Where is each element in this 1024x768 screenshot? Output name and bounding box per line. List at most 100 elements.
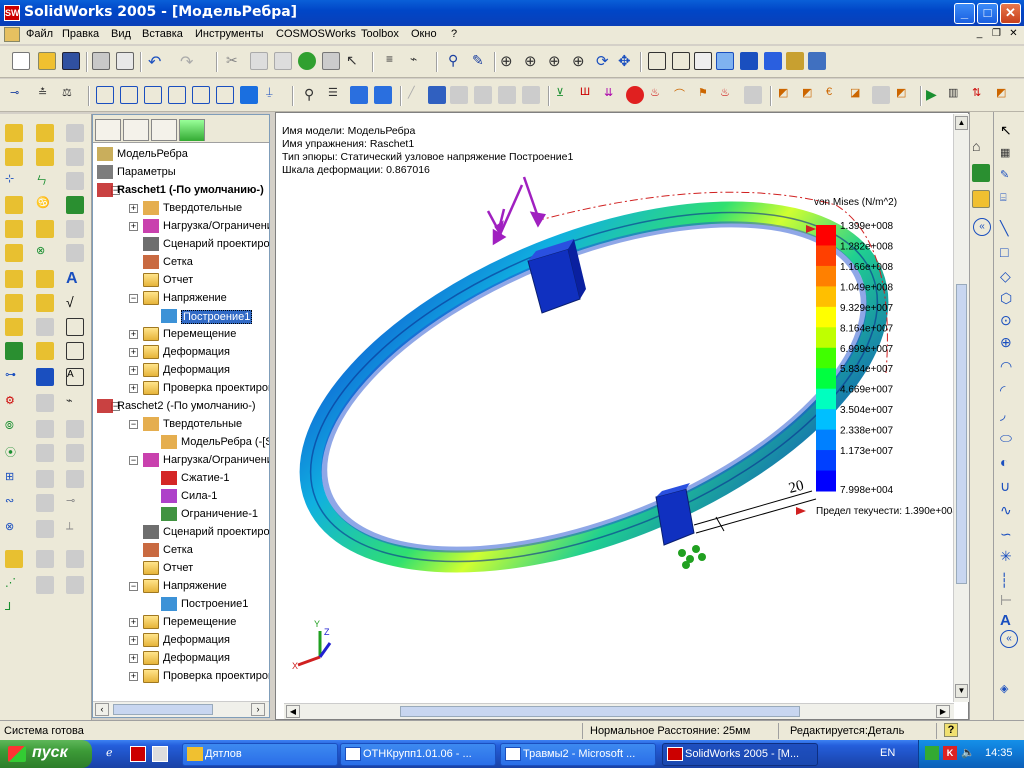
dashed-line-icon[interactable]: ⋰ <box>5 576 23 594</box>
result-displacement-icon[interactable]: ◩ <box>802 86 820 104</box>
scroll-up-arrow-icon[interactable]: ▲ <box>955 116 968 130</box>
tree-scroll-thumb[interactable] <box>113 704 213 715</box>
sketch-pencil-icon[interactable]: ✎ <box>1000 168 1018 186</box>
temperature-icon[interactable]: ♨ <box>720 86 738 104</box>
parallelogram-icon[interactable]: ◇ <box>1000 268 1018 286</box>
fixture-toolbar-icon[interactable]: ⊻ <box>556 86 574 104</box>
expand-icon[interactable]: + <box>129 222 138 231</box>
run-icon[interactable]: ▶ <box>926 86 944 104</box>
tree-item[interactable]: Построение1 <box>93 595 269 613</box>
hybrid-icon[interactable]: ⊗ <box>5 520 23 538</box>
status-help-icon[interactable]: ? <box>944 723 958 737</box>
curve-icon[interactable] <box>5 318 23 336</box>
tree-horizontal-scrollbar[interactable]: ‹ › <box>93 701 269 717</box>
table-annotation-icon[interactable]: A <box>66 368 84 386</box>
zoom-in-out-icon[interactable]: ⊕ <box>548 52 566 70</box>
thermal-icon[interactable] <box>744 86 762 104</box>
explode-icon[interactable] <box>36 576 54 594</box>
perimeter-circle-icon[interactable]: ⊕ <box>1000 334 1018 352</box>
probe-icon[interactable]: ⇅ <box>972 86 990 104</box>
fillet-icon[interactable]: ⊹ <box>5 172 23 190</box>
point-sketch-icon[interactable]: ✳ <box>1000 548 1018 566</box>
graphics-horizontal-scrollbar[interactable]: ◀ ▶ <box>284 703 954 719</box>
tree-item[interactable]: Параметры <box>93 163 269 181</box>
expand-icon[interactable]: + <box>129 618 138 627</box>
area-hatch-icon[interactable] <box>66 470 84 488</box>
sketch-icon[interactable]: ✎ <box>472 52 490 70</box>
menu-cosmosworks[interactable]: COSMOSWorks <box>276 28 356 40</box>
tree-item[interactable]: Построение1 <box>93 307 269 325</box>
sweep-icon[interactable] <box>66 124 84 142</box>
tab-cosmos-manager[interactable] <box>179 119 205 141</box>
document-menu-icon[interactable] <box>4 27 20 42</box>
result-deformation-icon[interactable]: ◪ <box>850 86 868 104</box>
menu-insert[interactable]: Вставка <box>142 28 183 40</box>
partial-ellipse-icon[interactable]: ◐ <box>1000 454 1018 472</box>
smart-fastener-icon[interactable] <box>36 550 54 568</box>
copy-icon[interactable] <box>250 52 268 70</box>
expand-icon[interactable]: + <box>129 384 138 393</box>
component-icon[interactable] <box>36 394 54 412</box>
scroll-down-arrow-icon[interactable]: ▼ <box>955 684 968 698</box>
search-icon[interactable]: ⚲ <box>304 86 322 104</box>
tree-item[interactable]: Отчет <box>93 559 269 577</box>
macro-icon[interactable]: ≡ <box>386 52 404 70</box>
tree-item[interactable]: Сжатие-1 <box>93 469 269 487</box>
circular-pattern-icon[interactable] <box>66 244 84 262</box>
expand-icon[interactable]: + <box>129 348 138 357</box>
mdi-minimize-button[interactable]: _ <box>972 28 987 41</box>
save-icon[interactable] <box>62 52 80 70</box>
surface-finish-icon[interactable]: ⌁ <box>66 394 84 412</box>
hole-callout-icon[interactable] <box>36 444 54 462</box>
loads-disabled-icon[interactable] <box>522 86 540 104</box>
undo-icon[interactable]: ↶ <box>148 52 166 71</box>
language-indicator[interactable]: EN <box>880 747 895 759</box>
dome-icon[interactable] <box>5 220 23 238</box>
taskbar-button-folder[interactable]: Дятлов <box>182 743 338 766</box>
centerline-icon[interactable]: ┆ <box>1000 572 1018 590</box>
centrifugal-icon[interactable]: ♨ <box>650 86 668 104</box>
library-icon[interactable] <box>972 164 990 182</box>
solidworks-app-icon[interactable]: SW <box>4 5 20 21</box>
vertical-scroll-thumb[interactable] <box>956 284 967 584</box>
smart-component-icon[interactable]: ∾ <box>5 494 23 512</box>
gravity-icon[interactable] <box>626 86 644 104</box>
ie-quicklaunch-icon[interactable]: ℯ <box>106 746 122 762</box>
contact-icon[interactable] <box>498 86 516 104</box>
extrude-icon[interactable] <box>5 124 23 142</box>
menu-tools[interactable]: Инструменты <box>195 28 264 40</box>
tree-item[interactable]: + Деформация <box>93 343 269 361</box>
balance-icon[interactable]: ⚖ <box>62 86 80 104</box>
remote-load-icon[interactable]: ⚑ <box>698 86 716 104</box>
expand-icon[interactable]: + <box>129 672 138 681</box>
snap-icon[interactable]: ⌁ <box>410 52 428 70</box>
design-check-icon[interactable]: ◩ <box>896 86 914 104</box>
desktop-quicklaunch-icon[interactable] <box>152 746 168 762</box>
tree-item[interactable]: + Перемещение <box>93 325 269 343</box>
pressure-toolbar-icon[interactable]: Ш <box>580 86 598 104</box>
delete-face-icon[interactable] <box>36 342 54 360</box>
linear-pattern-icon[interactable]: ⊗ <box>36 244 54 262</box>
three-point-arc-icon[interactable]: ◞ <box>1000 406 1018 424</box>
tree-item[interactable]: − Нагрузка/Ограничение <box>93 451 269 469</box>
parabola-icon[interactable]: ∪ <box>1000 478 1018 496</box>
spline-on-surface-icon[interactable]: ∽ <box>1000 526 1018 544</box>
mdi-close-button[interactable]: ✕ <box>1006 28 1021 41</box>
expand-toolbar-icon[interactable]: « <box>1000 630 1018 648</box>
hidden-lines-icon[interactable] <box>672 52 690 70</box>
scroll-right-arrow-icon[interactable]: › <box>251 703 265 716</box>
shape-icon[interactable] <box>36 220 54 238</box>
move-face-icon[interactable] <box>5 342 23 360</box>
cut-revolve-icon[interactable] <box>66 148 84 166</box>
weld-symbol-icon[interactable]: ⟂ <box>66 520 84 538</box>
scroll-left-arrow-icon[interactable]: ‹ <box>95 703 109 716</box>
redo-icon[interactable]: ↷ <box>180 52 198 71</box>
rectangle-icon[interactable]: □ <box>1000 244 1018 262</box>
split-icon[interactable] <box>36 318 54 336</box>
sensor-icon[interactable]: ⊶ <box>5 368 23 386</box>
annotation-text-icon[interactable]: A <box>66 270 84 288</box>
tree-item[interactable]: Сетка <box>93 253 269 271</box>
menu-toolbox[interactable]: Toolbox <box>361 28 399 40</box>
animate-icon[interactable]: ▥ <box>948 86 966 104</box>
arc-icon[interactable]: ◠ <box>1000 358 1018 376</box>
